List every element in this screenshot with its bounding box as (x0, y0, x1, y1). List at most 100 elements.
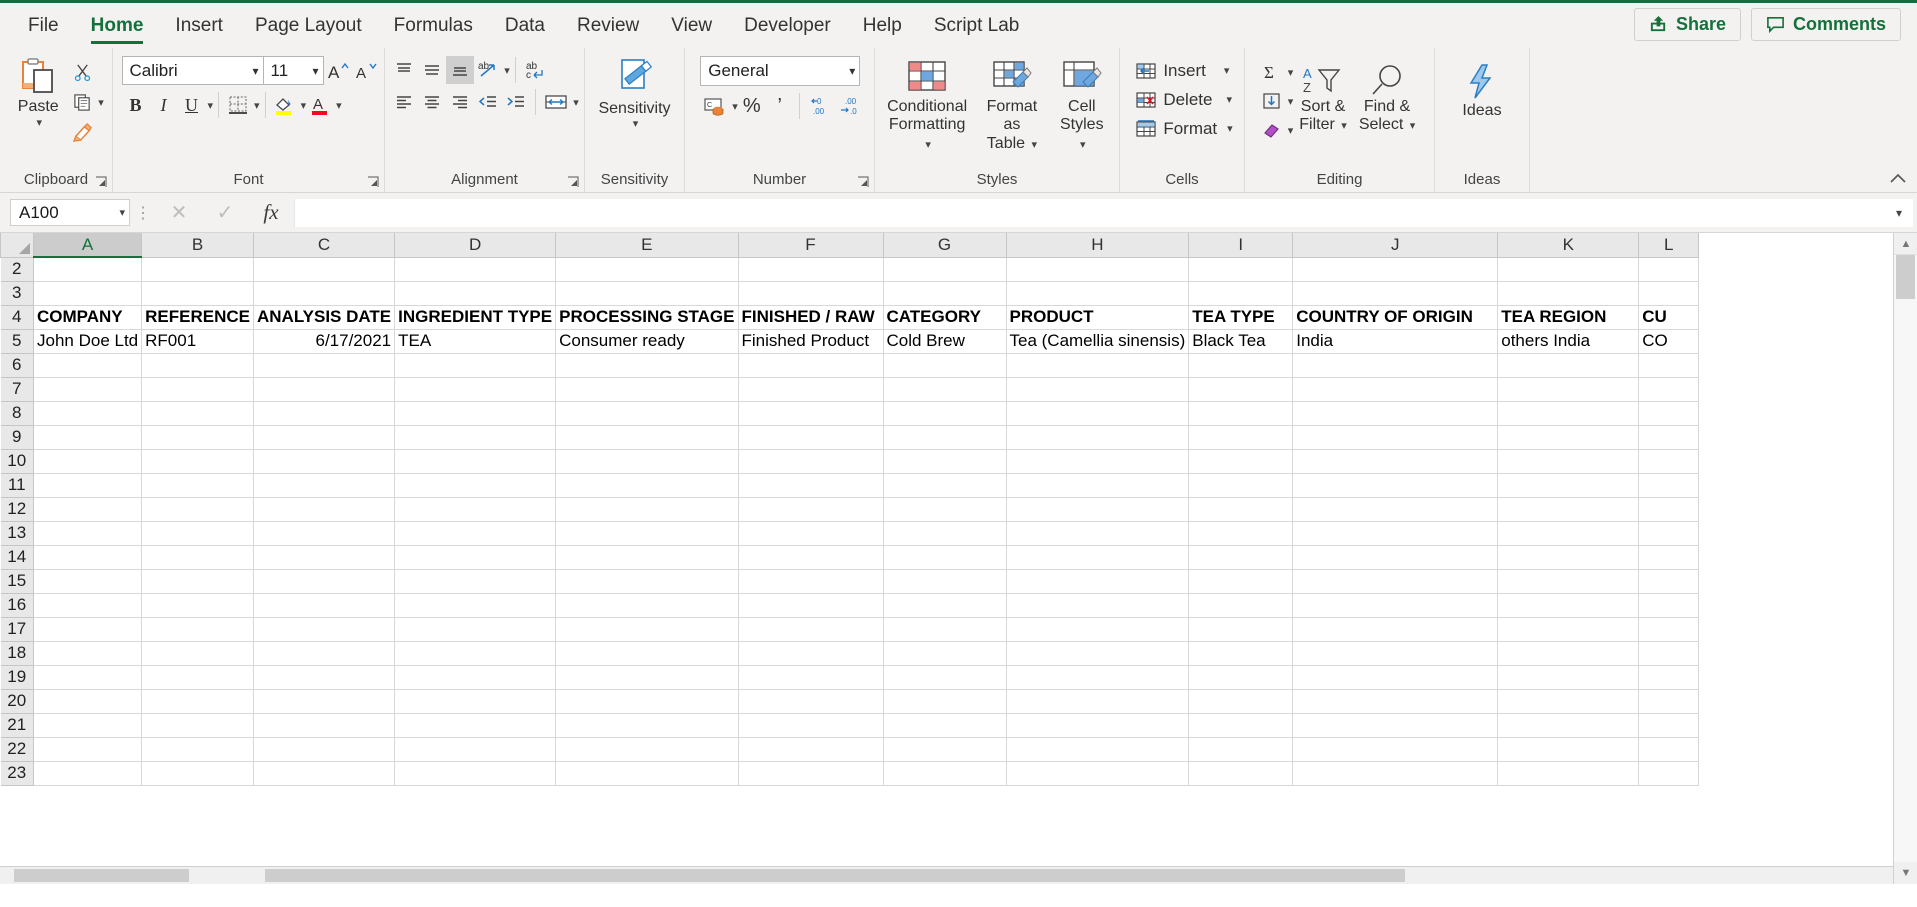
cell-J8[interactable] (1292, 400, 1499, 426)
bold-button[interactable]: B (122, 91, 150, 119)
column-header-K[interactable]: K (1497, 233, 1640, 258)
cut-button[interactable] (68, 58, 96, 86)
cell-J17[interactable] (1292, 616, 1499, 642)
clipboard-dialog-launcher-icon[interactable] (95, 176, 108, 189)
cell-B10[interactable] (141, 448, 254, 474)
paste-button[interactable]: Paste ▾ (8, 56, 68, 129)
cell-E17[interactable] (555, 616, 739, 642)
comma-style-button[interactable]: ’ (766, 92, 794, 120)
cell-F2[interactable] (737, 256, 884, 282)
cell-L17[interactable] (1638, 616, 1700, 642)
cell-J2[interactable] (1292, 256, 1499, 282)
cell-C17[interactable] (252, 616, 396, 642)
cell-G5[interactable]: Cold Brew (882, 328, 1007, 354)
cell-G12[interactable] (882, 496, 1007, 522)
cell-L16[interactable] (1638, 592, 1700, 618)
cell-I18[interactable] (1188, 640, 1294, 666)
font-color-chevron-down-icon[interactable]: ▾ (336, 99, 342, 112)
cell-K13[interactable] (1497, 520, 1640, 546)
cell-C21[interactable] (252, 712, 396, 738)
row-header-5[interactable]: 5 (0, 328, 34, 354)
cell-G11[interactable] (882, 472, 1007, 498)
cell-E4[interactable]: PROCESSING STAGE (555, 304, 739, 330)
cell-D7[interactable] (394, 376, 557, 402)
cell-I22[interactable] (1188, 736, 1294, 762)
cell-E20[interactable] (555, 688, 739, 714)
cell-A20[interactable] (32, 688, 143, 714)
cell-E19[interactable] (555, 664, 739, 690)
cell-L5[interactable]: CO (1638, 328, 1700, 354)
cell-K8[interactable] (1497, 400, 1640, 426)
cell-G15[interactable] (882, 568, 1007, 594)
cell-B22[interactable] (141, 736, 254, 762)
align-bottom-button[interactable] (446, 56, 475, 84)
orientation-chevron-down-icon[interactable]: ▾ (504, 64, 510, 77)
sensitivity-chevron-down-icon[interactable]: ▾ (633, 118, 639, 131)
format-as-table-chevron-down-icon[interactable]: ▾ (1032, 139, 1038, 151)
align-top-button[interactable] (390, 56, 418, 84)
cell-B21[interactable] (141, 712, 254, 738)
cell-G16[interactable] (882, 592, 1007, 618)
horizontal-scrollbar[interactable] (0, 866, 1893, 884)
conditional-formatting-chevron-down-icon[interactable]: ▾ (925, 139, 931, 151)
underline-button[interactable]: U (178, 91, 206, 119)
cell-E3[interactable] (555, 280, 739, 306)
cell-J11[interactable] (1292, 472, 1499, 498)
cell-B12[interactable] (141, 496, 254, 522)
cell-D23[interactable] (394, 760, 557, 786)
cell-F9[interactable] (737, 424, 884, 450)
cell-C3[interactable] (252, 280, 396, 306)
cell-C10[interactable] (252, 448, 396, 474)
cell-K12[interactable] (1497, 496, 1640, 522)
row-header-15[interactable]: 15 (0, 568, 34, 594)
cell-H14[interactable] (1005, 544, 1190, 570)
cell-A13[interactable] (32, 520, 143, 546)
cell-C5[interactable]: 6/17/2021 (252, 328, 396, 354)
sheet-tab-scroll-block[interactable] (14, 869, 189, 882)
cell-D5[interactable]: TEA (394, 328, 557, 354)
insert-cells-button[interactable]: Insert ▾ (1131, 56, 1233, 85)
cell-A23[interactable] (32, 760, 143, 786)
ribbon-tab-data[interactable]: Data (489, 11, 561, 48)
ribbon-tab-page-layout[interactable]: Page Layout (239, 11, 378, 48)
cell-J21[interactable] (1292, 712, 1499, 738)
cell-K3[interactable] (1497, 280, 1640, 306)
cell-B3[interactable] (141, 280, 254, 306)
cell-C2[interactable] (252, 256, 396, 282)
cell-A17[interactable] (32, 616, 143, 642)
cell-A22[interactable] (32, 736, 143, 762)
increase-indent-button[interactable] (502, 88, 530, 116)
cell-A15[interactable] (32, 568, 143, 594)
cell-L21[interactable] (1638, 712, 1700, 738)
row-header-12[interactable]: 12 (0, 496, 34, 522)
cell-K11[interactable] (1497, 472, 1640, 498)
cell-A9[interactable] (32, 424, 143, 450)
cell-K2[interactable] (1497, 256, 1640, 282)
accounting-number-format-button[interactable]: C (700, 92, 730, 120)
cell-C6[interactable] (252, 352, 396, 378)
cell-A21[interactable] (32, 712, 143, 738)
cell-I3[interactable] (1188, 280, 1294, 306)
column-header-D[interactable]: D (394, 233, 557, 258)
cell-G10[interactable] (882, 448, 1007, 474)
number-format-chevron-down-icon[interactable]: ▾ (843, 64, 855, 78)
cell-K21[interactable] (1497, 712, 1640, 738)
cell-I14[interactable] (1188, 544, 1294, 570)
cell-G20[interactable] (882, 688, 1007, 714)
cell-A2[interactable] (32, 256, 143, 282)
cell-K23[interactable] (1497, 760, 1640, 786)
cell-H20[interactable] (1005, 688, 1190, 714)
enter-check-icon[interactable]: ✓ (202, 199, 248, 227)
cell-C7[interactable] (252, 376, 396, 402)
cell-I7[interactable] (1188, 376, 1294, 402)
cell-J22[interactable] (1292, 736, 1499, 762)
cell-H2[interactable] (1005, 256, 1190, 282)
cell-H6[interactable] (1005, 352, 1190, 378)
cell-F15[interactable] (737, 568, 884, 594)
cell-E15[interactable] (555, 568, 739, 594)
cell-E21[interactable] (555, 712, 739, 738)
find-and-select-button[interactable]: Find & Select ▾ (1353, 56, 1421, 137)
cell-G4[interactable]: CATEGORY (882, 304, 1007, 330)
row-header-2[interactable]: 2 (0, 256, 34, 282)
cell-E18[interactable] (555, 640, 739, 666)
